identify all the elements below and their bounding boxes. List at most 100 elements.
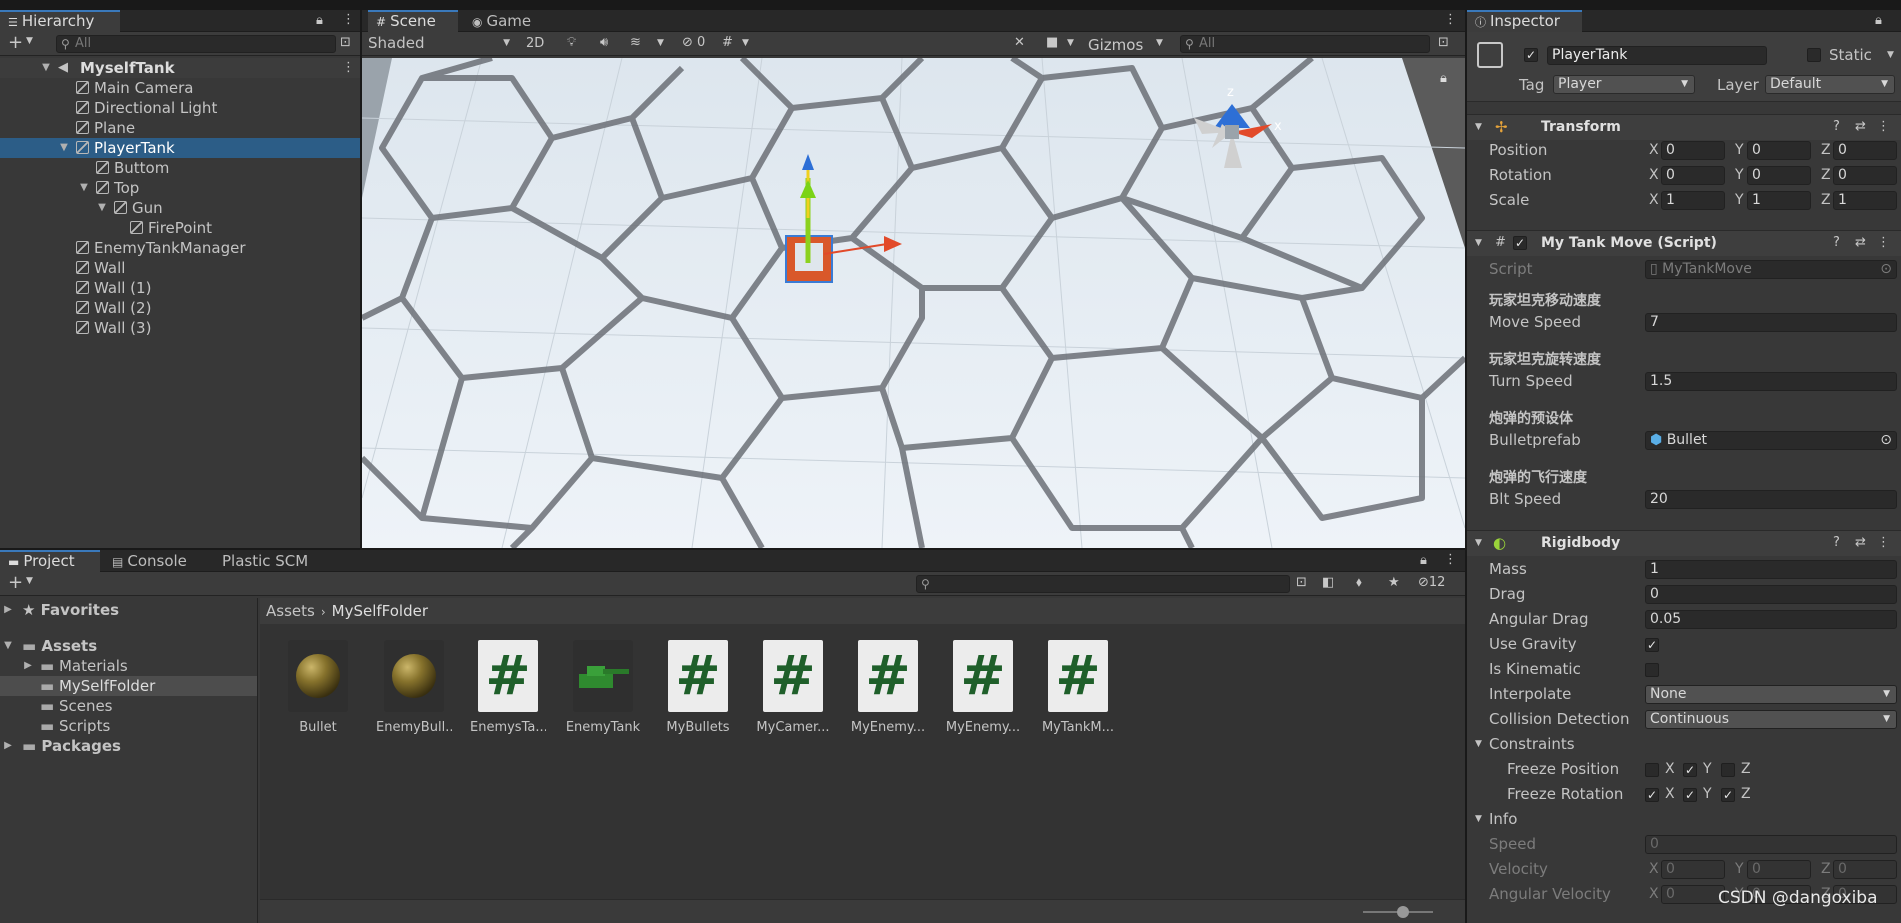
more-menu-icon[interactable]: ⋮ [1444, 552, 1457, 567]
add-icon[interactable]: + [8, 32, 23, 53]
chevron-down-icon[interactable]: ▼ [1475, 809, 1482, 830]
rotation-x[interactable]: 0 [1661, 166, 1725, 185]
chevron-down-icon[interactable]: ▼ [58, 138, 70, 158]
tab-hierarchy[interactable]: ☰ Hierarchy [0, 10, 120, 32]
hierarchy-item-wall[interactable]: Wall [0, 258, 360, 278]
lock-icon[interactable]: 🔒︎ [1875, 13, 1882, 28]
rigidbody-header[interactable]: ▼ ◐ Rigidbody ? ⇄ ⋮ [1467, 530, 1901, 556]
hierarchy-item-directional-light[interactable]: Directional Light [0, 98, 360, 118]
more-menu-icon[interactable]: ⋮ [1877, 531, 1890, 555]
chevron-down-icon[interactable]: ▼ [1475, 231, 1482, 255]
hierarchy-item-wall-2[interactable]: Wall (2) [0, 298, 360, 318]
tree-myselffolder[interactable]: ▬ MySelfFolder [0, 676, 257, 696]
rotation-y[interactable]: 0 [1747, 166, 1811, 185]
static-checkbox[interactable] [1807, 48, 1821, 62]
position-x[interactable]: 0 [1661, 141, 1725, 160]
chevron-down-icon[interactable]: ▼ [1475, 734, 1482, 755]
audio-icon[interactable]: 🔊︎ [600, 35, 608, 50]
asset-item[interactable]: # MyTankM... [1040, 640, 1116, 735]
transform-header[interactable]: ▼ ✢ Transform ? ⇄ ⋮ [1467, 114, 1901, 140]
position-y[interactable]: 0 [1747, 141, 1811, 160]
interpolate-dropdown[interactable]: None ▼ [1645, 685, 1897, 704]
scale-y[interactable]: 1 [1747, 191, 1811, 210]
tree-materials[interactable]: ▶ ▬ Materials [0, 656, 257, 676]
zoom-slider[interactable] [1363, 906, 1433, 918]
hierarchy-item-playertank[interactable]: ▼ PlayerTank [0, 138, 360, 158]
chevron-down-icon[interactable]: ▼ [26, 576, 33, 586]
chevron-right-icon[interactable]: ▶ [2, 600, 14, 620]
toggle-2d-button[interactable]: 2D [526, 36, 544, 51]
bullet-prefab-field[interactable]: ⬢ Bullet ⊙ [1645, 431, 1897, 450]
lock-icon[interactable]: 🔒︎ [1440, 71, 1447, 86]
tools-icon[interactable]: ✕ [1014, 35, 1025, 50]
chevron-down-icon[interactable]: ▼ [40, 58, 52, 78]
hidden-objects-icon[interactable]: ⊘ 0 [682, 35, 705, 50]
help-icon[interactable]: ? [1833, 115, 1840, 139]
search-options-icon[interactable]: ⊡ [340, 35, 351, 50]
hierarchy-item-firepoint[interactable]: FirePoint [0, 218, 360, 238]
favorite-icon[interactable]: ★ [1388, 575, 1400, 590]
freeze-rotation-x[interactable]: ✓ [1645, 788, 1659, 802]
lighting-icon[interactable]: 💡︎ [567, 35, 576, 50]
asset-item[interactable]: # MyBullets [660, 640, 736, 735]
turn-speed-field[interactable]: 1.5 [1645, 372, 1897, 391]
asset-item[interactable]: # MyEnemy... [945, 640, 1021, 735]
collision-detection-dropdown[interactable]: Continuous ▼ [1645, 710, 1897, 729]
tree-packages[interactable]: ▶ ▬ Packages [0, 736, 257, 756]
more-menu-icon[interactable]: ⋮ [1444, 12, 1457, 27]
tree-assets[interactable]: ▼ ▬ Assets [0, 636, 257, 656]
chevron-down-icon[interactable]: ▼ [742, 38, 749, 48]
scene-viewport[interactable]: z x 🔒︎ [362, 58, 1465, 548]
chevron-down-icon[interactable]: ▼ [78, 178, 90, 198]
chevron-down-icon[interactable]: ▼ [1475, 115, 1482, 139]
tab-plastic-scm[interactable]: Plastic SCM [214, 550, 316, 572]
chevron-down-icon[interactable]: ▼ [1887, 50, 1894, 60]
asset-item[interactable]: # EnemysTa... [470, 640, 546, 735]
position-z[interactable]: 0 [1833, 141, 1897, 160]
tree-favorites[interactable]: ▶ ★ Favorites [0, 600, 257, 620]
search-input[interactable]: ⚲ All [56, 35, 336, 53]
scene-root[interactable]: ▼ ◀ MyselfTank ⋮ [0, 58, 360, 78]
tree-scenes[interactable]: ▬ Scenes [0, 696, 257, 716]
hierarchy-item-gun[interactable]: ▼ Gun [0, 198, 360, 218]
tree-scripts[interactable]: ▬ Scripts [0, 716, 257, 736]
tab-project[interactable]: ▬ Project [0, 550, 100, 572]
search-options-icon[interactable]: ⊡ [1438, 35, 1449, 50]
freeze-rotation-y[interactable]: ✓ [1683, 788, 1697, 802]
chevron-down-icon[interactable]: ▼ [1067, 38, 1074, 48]
drag-field[interactable]: 0 [1645, 585, 1897, 604]
tab-inspector[interactable]: ⓘ Inspector [1467, 10, 1582, 32]
add-icon[interactable]: + [8, 572, 23, 593]
more-menu-icon[interactable]: ⋮ [1877, 231, 1890, 255]
hierarchy-item-buttom[interactable]: Buttom [0, 158, 360, 178]
project-search-input[interactable]: ⚲ [916, 575, 1290, 593]
preset-icon[interactable]: ⇄ [1855, 531, 1866, 555]
breadcrumb-assets[interactable]: Assets [266, 602, 315, 620]
chevron-down-icon[interactable]: ▼ [2, 636, 14, 656]
constraints-row[interactable]: ▼ Constraints [1467, 734, 1901, 755]
hierarchy-item-top[interactable]: ▼ Top [0, 178, 360, 198]
tab-scene[interactable]: # Scene [368, 10, 458, 32]
more-menu-icon[interactable]: ⋮ [342, 12, 355, 27]
rotation-z[interactable]: 0 [1833, 166, 1897, 185]
target-icon[interactable]: ⊙ [1880, 432, 1892, 449]
script-enabled-checkbox[interactable]: ✓ [1513, 236, 1527, 250]
object-name-field[interactable]: PlayerTank [1547, 46, 1767, 65]
hierarchy-item-plane[interactable]: Plane [0, 118, 360, 138]
scale-z[interactable]: 1 [1833, 191, 1897, 210]
tab-console[interactable]: ▤ Console [104, 550, 195, 572]
search-options-icon[interactable]: ⊡ [1296, 575, 1307, 590]
angular-drag-field[interactable]: 0.05 [1645, 610, 1897, 629]
more-menu-icon[interactable]: ⋮ [342, 58, 355, 78]
preset-icon[interactable]: ⇄ [1855, 231, 1866, 255]
filter-type-icon[interactable]: ◧ [1322, 575, 1334, 590]
chevron-down-icon[interactable]: ▼ [26, 36, 33, 46]
freeze-rotation-z[interactable]: ✓ [1721, 788, 1735, 802]
active-checkbox[interactable]: ✓ [1524, 48, 1538, 62]
scale-x[interactable]: 1 [1661, 191, 1725, 210]
chevron-down-icon[interactable]: ▼ [657, 38, 664, 48]
help-icon[interactable]: ? [1833, 531, 1840, 555]
asset-item[interactable]: EnemyTank [565, 640, 641, 735]
breadcrumb-myselffolder[interactable]: MySelfFolder [332, 602, 428, 620]
chevron-down-icon[interactable]: ▼ [1475, 531, 1482, 555]
